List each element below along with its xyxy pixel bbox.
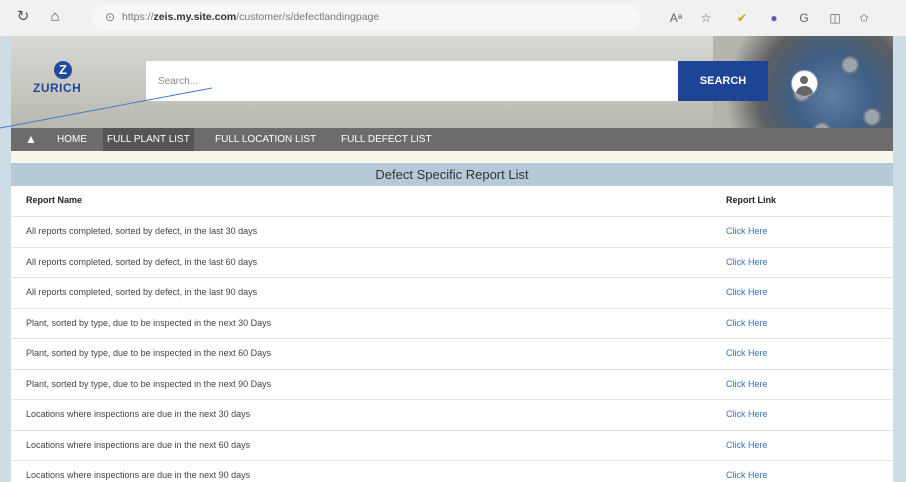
- favorites-icon[interactable]: ✩: [855, 9, 873, 27]
- table-row: All reports completed, sorted by defect,…: [11, 278, 893, 309]
- read-aloud-icon[interactable]: Aᵃ: [667, 9, 685, 27]
- nav-full-plant-list[interactable]: FULL PLANT LIST: [103, 128, 194, 151]
- report-name: All reports completed, sorted by defect,…: [26, 287, 258, 297]
- user-avatar-icon[interactable]: [791, 70, 818, 97]
- table-row: Locations where inspections are due in t…: [11, 461, 893, 482]
- report-link[interactable]: Click Here: [726, 440, 768, 450]
- nav-home[interactable]: HOME: [53, 128, 91, 151]
- header-banner: Z ZURICH SEARCH: [11, 36, 893, 151]
- report-link[interactable]: Click Here: [726, 379, 768, 389]
- favorite-star-icon[interactable]: ☆: [697, 9, 715, 27]
- header-divider: [11, 151, 893, 163]
- main-nav: ▲ HOME FULL PLANT LIST FULL LOCATION LIS…: [11, 128, 893, 151]
- report-link[interactable]: Click Here: [726, 348, 768, 358]
- table-header: Report Name Report Link: [11, 186, 893, 217]
- table-row: Plant, sorted by type, due to be inspect…: [11, 370, 893, 400]
- report-link[interactable]: Click Here: [726, 287, 768, 297]
- search-input[interactable]: [146, 61, 678, 101]
- report-link[interactable]: Click Here: [726, 257, 768, 267]
- report-name: All reports completed, sorted by defect,…: [26, 226, 258, 236]
- report-table: Report Name Report Link All reports comp…: [11, 186, 893, 482]
- nav-full-location-list[interactable]: FULL LOCATION LIST: [211, 128, 320, 151]
- report-name: Locations where inspections are due in t…: [26, 409, 251, 419]
- report-link[interactable]: Click Here: [726, 318, 768, 328]
- extension-icon[interactable]: ✔: [733, 9, 751, 27]
- table-row: Plant, sorted by type, due to be inspect…: [11, 339, 893, 370]
- report-link[interactable]: Click Here: [726, 470, 768, 480]
- nav-full-defect-list[interactable]: FULL DEFECT LIST: [337, 128, 436, 151]
- zurich-logo-icon[interactable]: Z: [54, 61, 72, 79]
- report-name: Locations where inspections are due in t…: [26, 439, 251, 450]
- col-report-name: Report Name: [26, 195, 83, 205]
- report-name: Plant, sorted by type, due to be inspect…: [26, 317, 272, 328]
- table-row: All reports completed, sorted by defect,…: [11, 248, 893, 278]
- col-report-link: Report Link: [726, 195, 777, 205]
- home-icon[interactable]: ▲: [25, 132, 39, 146]
- lock-icon: ⊙: [105, 10, 116, 24]
- table-row: Locations where inspections are due in t…: [11, 431, 893, 461]
- extension-g-icon[interactable]: G: [795, 9, 813, 27]
- address-bar[interactable]: ⊙ https://zeis.my.site.com/customer/s/de…: [92, 5, 640, 30]
- site-page: Z ZURICH SEARCH ▲ HOME FULL PLANT LIST F…: [11, 36, 893, 482]
- home-button-icon[interactable]: ⌂: [44, 6, 66, 28]
- report-list-title: Defect Specific Report List: [11, 163, 893, 186]
- browser-toolbar: ↻ ⌂ ⊙ https://zeis.my.site.com/customer/…: [0, 0, 906, 37]
- report-name: All reports completed, sorted by defect,…: [26, 256, 258, 267]
- extension-circle-icon[interactable]: ●: [765, 9, 783, 27]
- report-name: Plant, sorted by type, due to be inspect…: [26, 348, 272, 358]
- url-text: https://zeis.my.site.com/customer/s/defe…: [122, 11, 380, 23]
- reload-icon[interactable]: ↻: [12, 6, 34, 28]
- report-name: Plant, sorted by type, due to be inspect…: [26, 378, 272, 389]
- report-link[interactable]: Click Here: [726, 409, 768, 419]
- zurich-logo-text: ZURICH: [33, 81, 82, 95]
- split-screen-icon[interactable]: ◫: [826, 9, 844, 27]
- table-row: Plant, sorted by type, due to be inspect…: [11, 309, 893, 339]
- table-row: All reports completed, sorted by defect,…: [11, 217, 893, 248]
- report-link[interactable]: Click Here: [726, 226, 768, 236]
- search-button[interactable]: SEARCH: [678, 61, 768, 101]
- table-row: Locations where inspections are due in t…: [11, 400, 893, 431]
- report-name: Locations where inspections are due in t…: [26, 470, 251, 480]
